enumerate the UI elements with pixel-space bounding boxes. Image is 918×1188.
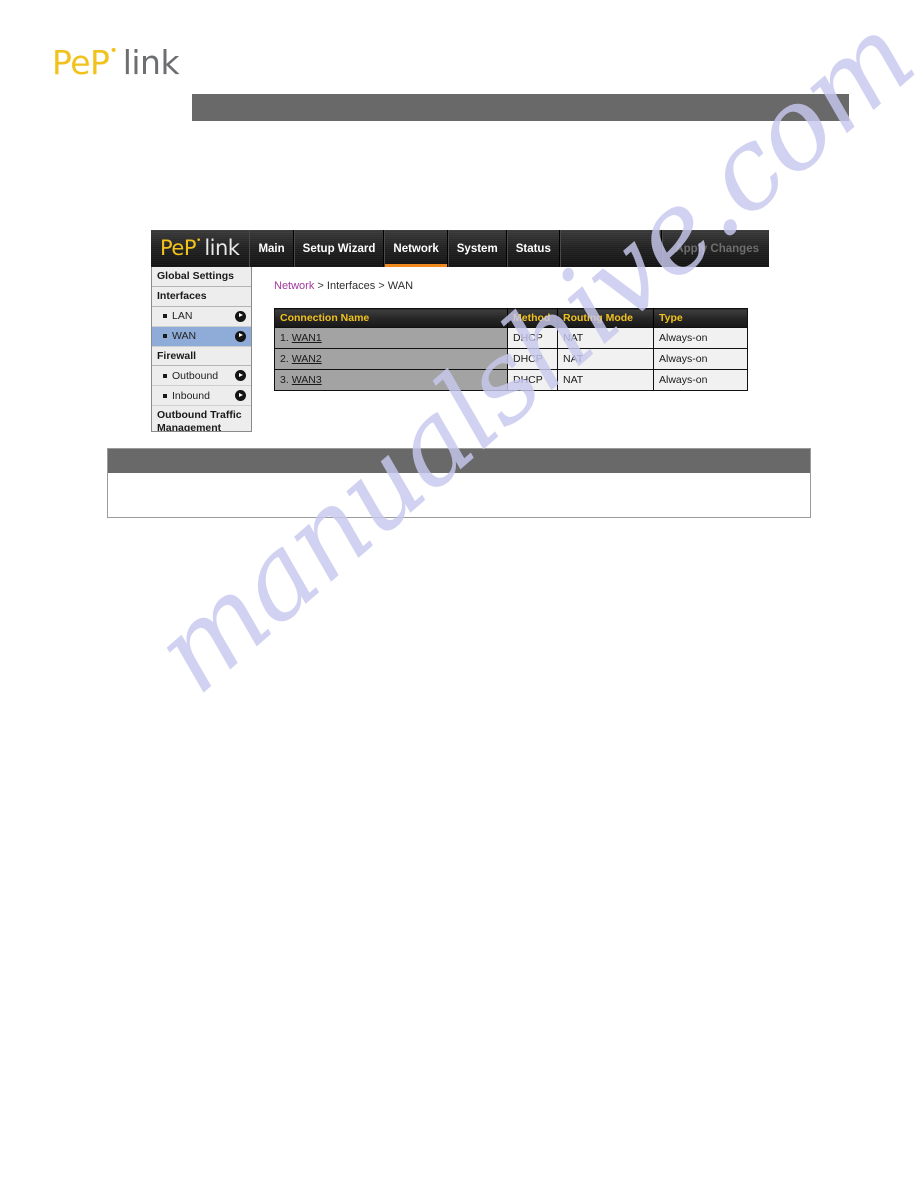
sidebar-item-lan[interactable]: LAN bbox=[152, 306, 251, 327]
nav-spacer bbox=[559, 230, 663, 267]
bottom-panel bbox=[107, 448, 811, 518]
table-row: 1. WAN1 DHCP NAT Always-on bbox=[274, 327, 748, 349]
tab-system[interactable]: System bbox=[447, 230, 507, 267]
table-row: 2. WAN2 DHCP NAT Always-on bbox=[274, 348, 748, 370]
bullet-icon bbox=[163, 373, 167, 378]
tab-setup-wizard[interactable]: Setup Wizard bbox=[293, 230, 385, 267]
sidebar-item-inbound-label: Inbound bbox=[172, 389, 210, 402]
table-header-row: Connection Name Method Routing Mode Type bbox=[274, 308, 748, 328]
wan-link[interactable]: WAN3 bbox=[292, 374, 322, 386]
row-index: 1. bbox=[280, 332, 289, 344]
sidebar-group-outbound-traffic-management[interactable]: Outbound Traffic Management bbox=[152, 406, 251, 431]
breadcrumb-item-interfaces: Interfaces bbox=[326, 280, 376, 292]
wan-connections-table: Connection Name Method Routing Mode Type… bbox=[274, 308, 748, 391]
arrow-right-icon[interactable] bbox=[235, 310, 246, 322]
sidebar-group-interfaces: Interfaces bbox=[152, 286, 251, 307]
bullet-icon bbox=[163, 334, 167, 339]
tab-main[interactable]: Main bbox=[249, 230, 294, 267]
arrow-right-icon[interactable] bbox=[235, 330, 246, 342]
row-index: 2. bbox=[280, 353, 289, 365]
logo-text-pep: PeP bbox=[52, 42, 110, 82]
column-header-type[interactable]: Type bbox=[654, 309, 748, 328]
arrow-right-icon[interactable] bbox=[235, 370, 246, 382]
nav-logo-text-pep: PeP bbox=[160, 236, 197, 260]
tab-status[interactable]: Status bbox=[506, 230, 560, 267]
wan-link[interactable]: WAN1 bbox=[292, 332, 322, 344]
cell-connection-name: 2. WAN2 bbox=[274, 348, 508, 370]
nav-logo-trademark-dot-icon: • bbox=[196, 236, 202, 246]
cell-method: DHCP bbox=[507, 369, 558, 391]
router-admin-ui: PeP • link Main Setup Wizard Network Syste… bbox=[151, 230, 769, 432]
tab-network[interactable]: Network bbox=[384, 230, 448, 267]
column-header-method[interactable]: Method bbox=[507, 308, 558, 328]
ui-body: Global Settings Interfaces LAN WAN Firew… bbox=[151, 267, 769, 432]
breadcrumb-link-network[interactable]: Network bbox=[274, 280, 314, 292]
bottom-panel-header bbox=[108, 449, 810, 473]
cell-routing-mode: NAT bbox=[557, 348, 654, 370]
cell-method: DHCP bbox=[507, 327, 558, 349]
peplink-logo: PeP • link bbox=[52, 42, 180, 82]
sidebar-item-lan-label: LAN bbox=[172, 310, 193, 323]
cell-method: DHCP bbox=[507, 348, 558, 370]
nav-peplink-logo[interactable]: PeP • link bbox=[151, 230, 249, 267]
sidebar: Global Settings Interfaces LAN WAN Firew… bbox=[151, 267, 252, 432]
bullet-icon bbox=[163, 314, 167, 319]
sidebar-group-global-settings[interactable]: Global Settings bbox=[152, 267, 251, 287]
page-watermark: manualshive.com bbox=[0, 0, 918, 1188]
bullet-icon bbox=[163, 393, 167, 398]
arrow-right-icon[interactable] bbox=[235, 390, 246, 402]
cell-type: Always-on bbox=[653, 348, 748, 370]
sidebar-item-wan[interactable]: WAN bbox=[152, 326, 251, 347]
row-index: 3. bbox=[280, 374, 289, 386]
cell-type: Always-on bbox=[653, 327, 748, 349]
cell-type: Always-on bbox=[653, 369, 748, 391]
sidebar-item-inbound[interactable]: Inbound bbox=[152, 386, 251, 407]
breadcrumb-separator: > bbox=[378, 280, 385, 292]
sidebar-item-wan-label: WAN bbox=[172, 330, 197, 343]
breadcrumb: Network > Interfaces > WAN bbox=[274, 280, 769, 292]
column-header-routing-mode[interactable]: Routing Mode bbox=[557, 308, 654, 328]
breadcrumb-separator: > bbox=[317, 280, 324, 292]
cell-routing-mode: NAT bbox=[557, 327, 654, 349]
logo-text-link: link bbox=[122, 42, 180, 82]
sidebar-item-outbound[interactable]: Outbound bbox=[152, 366, 251, 387]
nav-logo-text-link: link bbox=[204, 236, 240, 260]
main-content: Network > Interfaces > WAN Connection Na… bbox=[252, 267, 769, 391]
logo-trademark-dot-icon: • bbox=[109, 43, 118, 59]
sidebar-item-outbound-label: Outbound bbox=[172, 369, 219, 382]
bottom-panel-body bbox=[108, 473, 810, 517]
cell-routing-mode: NAT bbox=[557, 369, 654, 391]
wan-link[interactable]: WAN2 bbox=[292, 353, 322, 365]
cell-connection-name: 3. WAN3 bbox=[274, 369, 508, 391]
apply-changes-button[interactable]: Apply Changes bbox=[662, 230, 769, 267]
column-header-connection-name[interactable]: Connection Name bbox=[274, 308, 508, 328]
cell-connection-name: 1. WAN1 bbox=[274, 327, 508, 349]
navigation-bar: PeP • link Main Setup Wizard Network Syste… bbox=[151, 230, 769, 267]
breadcrumb-item-wan: WAN bbox=[387, 280, 414, 292]
table-row: 3. WAN3 DHCP NAT Always-on bbox=[274, 369, 748, 391]
document-header-bar bbox=[192, 94, 849, 121]
sidebar-group-firewall: Firewall bbox=[152, 346, 251, 367]
